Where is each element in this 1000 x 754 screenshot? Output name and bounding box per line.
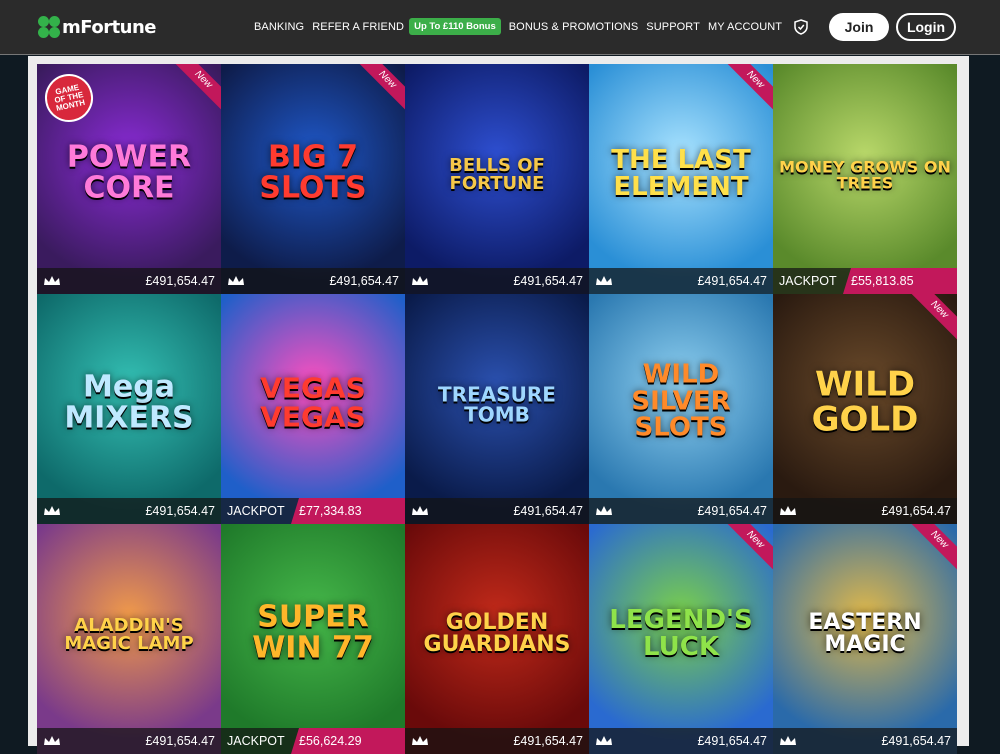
login-button[interactable]: Login bbox=[896, 13, 956, 41]
game-title: BIG 7 SLOTS bbox=[259, 139, 367, 205]
mfortune-logo[interactable]: mFortune bbox=[38, 13, 157, 41]
jackpot-amount: £55,813.85 bbox=[843, 268, 957, 294]
jackpot-bar: £491,654.47 bbox=[37, 498, 221, 524]
jackpot-bar: JACKPOT £77,334.83 bbox=[221, 498, 405, 524]
progressive-amount: £491,654.47 bbox=[697, 504, 767, 518]
bonus-badge[interactable]: Up To £110 Bonus bbox=[409, 18, 501, 35]
game-title: SUPER WIN 77 bbox=[252, 599, 374, 665]
game-title: VEGAS VEGAS bbox=[260, 371, 366, 434]
crown-icon bbox=[44, 736, 60, 745]
jackpot-bar: £491,654.47 bbox=[405, 498, 589, 524]
game-tile[interactable]: BELLS OF FORTUNE £491,654.47 bbox=[405, 64, 589, 294]
progressive-amount: £491,654.47 bbox=[329, 274, 399, 288]
crown-icon bbox=[44, 276, 60, 285]
jackpot-label: JACKPOT bbox=[227, 504, 285, 518]
game-tile[interactable]: BIG 7 SLOTS New £491,654.47 bbox=[221, 64, 405, 294]
game-title: MONEY GROWS ON TREES bbox=[779, 157, 951, 193]
jackpot-bar: £491,654.47 bbox=[405, 268, 589, 294]
crown-icon bbox=[596, 506, 612, 515]
nav-support[interactable]: SUPPORT bbox=[646, 21, 700, 33]
crown-icon bbox=[780, 736, 796, 745]
logo-text: mFortune bbox=[62, 16, 157, 38]
jackpot-bar: JACKPOT £56,624.29 bbox=[221, 728, 405, 754]
nav-refer-a-friend[interactable]: REFER A FRIEND bbox=[312, 21, 404, 33]
game-title: TREASURE TOMB bbox=[438, 382, 556, 427]
crown-icon bbox=[228, 276, 244, 285]
game-title: LEGEND'S LUCK bbox=[609, 605, 753, 662]
game-tile[interactable]: WILD GOLD New £491,654.47 bbox=[773, 294, 957, 524]
crown-icon bbox=[44, 506, 60, 515]
progressive-amount: £491,654.47 bbox=[513, 274, 583, 288]
game-tile[interactable]: THE LAST ELEMENT New £491,654.47 bbox=[589, 64, 773, 294]
jackpot-bar: £491,654.47 bbox=[773, 728, 957, 754]
progressive-amount: £491,654.47 bbox=[697, 274, 767, 288]
game-title: POWER CORE bbox=[66, 139, 192, 205]
jackpot-bar: JACKPOT £55,813.85 bbox=[773, 268, 957, 294]
games-grid: POWER CORE GAME OF THE MONTH New £491,654.4… bbox=[37, 64, 957, 754]
game-title: EASTERN MAGIC bbox=[808, 610, 922, 658]
nav-bonus-promotions[interactable]: BONUS & PROMOTIONS bbox=[509, 21, 639, 33]
main-nav: BANKING REFER A FRIEND Up To £110 Bonus … bbox=[254, 18, 808, 35]
clover-icon bbox=[38, 16, 60, 38]
jackpot-bar: £491,654.47 bbox=[589, 268, 773, 294]
game-tile[interactable]: GOLDEN GUARDIANS £491,654.47 bbox=[405, 524, 589, 754]
jackpot-amount: £56,624.29 bbox=[291, 728, 405, 754]
game-tile[interactable]: WILD SILVER SLOTS £491,654.47 bbox=[589, 294, 773, 524]
jackpot-amount: £77,334.83 bbox=[291, 498, 405, 524]
game-title: THE LAST ELEMENT bbox=[611, 145, 751, 202]
jackpot-bar: £491,654.47 bbox=[405, 728, 589, 754]
game-tile[interactable]: VEGAS VEGAS JACKPOT £77,334.83 bbox=[221, 294, 405, 524]
jackpot-bar: £491,654.47 bbox=[221, 268, 405, 294]
jackpot-bar: £491,654.47 bbox=[37, 728, 221, 754]
game-tile[interactable]: SUPER WIN 77 JACKPOT £56,624.29 bbox=[221, 524, 405, 754]
crown-icon bbox=[412, 736, 428, 745]
progressive-amount: £491,654.47 bbox=[145, 274, 215, 288]
crown-icon bbox=[412, 506, 428, 515]
crown-icon bbox=[596, 276, 612, 285]
game-tile[interactable]: MONEY GROWS ON TREES JACKPOT £55,813.85 bbox=[773, 64, 957, 294]
progressive-amount: £491,654.47 bbox=[145, 504, 215, 518]
shield-check-icon[interactable] bbox=[794, 18, 808, 35]
game-tile[interactable]: LEGEND'S LUCK New £491,654.47 bbox=[589, 524, 773, 754]
jackpot-bar: £491,654.47 bbox=[37, 268, 221, 294]
game-title: GOLDEN GUARDIANS bbox=[423, 610, 571, 658]
jackpot-bar: £491,654.47 bbox=[589, 498, 773, 524]
game-tile[interactable]: EASTERN MAGIC New £491,654.47 bbox=[773, 524, 957, 754]
game-tile[interactable]: Mega MIXERS £491,654.47 bbox=[37, 294, 221, 524]
nav-banking[interactable]: BANKING bbox=[254, 21, 304, 33]
progressive-amount: £491,654.47 bbox=[881, 504, 951, 518]
game-tile[interactable]: TREASURE TOMB £491,654.47 bbox=[405, 294, 589, 524]
progressive-amount: £491,654.47 bbox=[513, 504, 583, 518]
game-title: Mega MIXERS bbox=[64, 369, 194, 435]
game-tile[interactable]: ALADDIN'S MAGIC LAMP £491,654.47 bbox=[37, 524, 221, 754]
game-tile[interactable]: POWER CORE GAME OF THE MONTH New £491,654.4… bbox=[37, 64, 221, 294]
jackpot-label: JACKPOT bbox=[779, 274, 837, 288]
jackpot-bar: £491,654.47 bbox=[589, 728, 773, 754]
crown-icon bbox=[412, 276, 428, 285]
crown-icon bbox=[596, 736, 612, 745]
game-title: WILD SILVER SLOTS bbox=[631, 359, 731, 443]
game-title: WILD GOLD bbox=[811, 364, 919, 440]
top-navigation-bar: mFortune BANKING REFER A FRIEND Up To £1… bbox=[0, 0, 1000, 55]
nav-my-account[interactable]: MY ACCOUNT bbox=[708, 21, 782, 33]
game-title: BELLS OF FORTUNE bbox=[449, 154, 545, 195]
jackpot-bar: £491,654.47 bbox=[773, 498, 957, 524]
crown-icon bbox=[780, 506, 796, 515]
game-title: ALADDIN'S MAGIC LAMP bbox=[64, 614, 194, 655]
join-button[interactable]: Join bbox=[829, 13, 889, 41]
